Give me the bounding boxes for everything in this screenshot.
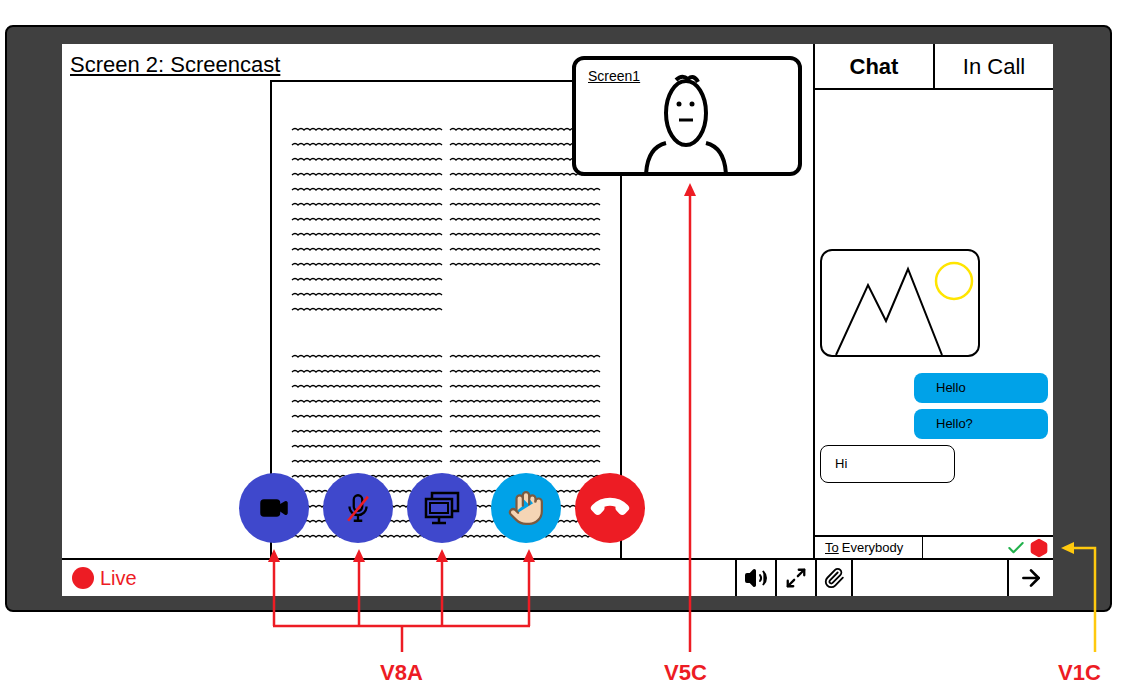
image-message[interactable] (820, 249, 980, 357)
microphone-icon (341, 491, 375, 525)
sent-message: Hello (914, 373, 1048, 403)
send-button[interactable] (1007, 560, 1053, 596)
arrow-icon (1018, 565, 1044, 591)
page: Screen 2: ScreencastScreen1ChatIn CallHe… (0, 0, 1124, 699)
image-icon (822, 251, 978, 355)
share-button[interactable] (407, 473, 477, 543)
call-controls (239, 473, 645, 543)
fullscreen-button[interactable] (775, 560, 815, 596)
chat-tab[interactable]: Chat (815, 44, 935, 88)
live-indicator: Live (62, 560, 735, 596)
paperclip-icon (823, 567, 845, 589)
hangup-button[interactable] (575, 473, 645, 543)
device-frame: Screen 2: ScreencastScreen1ChatIn CallHe… (5, 25, 1112, 612)
video-tile: Screen1 (572, 56, 802, 176)
screen: Screen 2: ScreencastScreen1ChatIn CallHe… (62, 44, 1053, 596)
screen-title: Screen 2: Screencast (70, 52, 280, 77)
speaker-icon (744, 566, 768, 590)
received-message: Hi (820, 445, 955, 483)
bottom-bar: Live (62, 558, 1053, 596)
hand-icon (507, 489, 545, 527)
annotation-label: V1C (1058, 656, 1101, 689)
camera-icon (259, 493, 289, 523)
main-area: Screen 2: Screencast Screen1 (62, 44, 815, 558)
message-input[interactable] (853, 560, 1007, 596)
check-icon[interactable] (1006, 538, 1026, 558)
stop-icon[interactable] (1029, 538, 1049, 558)
video-tile-label: Screen1 (588, 66, 640, 87)
volume-button[interactable] (735, 560, 775, 596)
chat-panel: ChatIn Call Hello Hello? Hi ToEverybody (815, 44, 1053, 558)
chat-tab[interactable]: In Call (935, 44, 1053, 88)
sent-message: Hello? (914, 409, 1048, 439)
hand-button[interactable] (491, 473, 561, 543)
annotation-label: V5C (664, 656, 707, 689)
camera-button[interactable] (239, 473, 309, 543)
attach-button[interactable] (817, 560, 853, 596)
annotation-label: V8A (380, 656, 423, 689)
microphone-button[interactable] (323, 473, 393, 543)
message-list: Hello Hello? Hi (815, 90, 1053, 535)
expand-icon (785, 567, 807, 589)
screen-share-icon (422, 490, 462, 526)
chat-tabs: ChatIn Call (815, 44, 1053, 90)
annotation-arrows (0, 0, 1124, 699)
hangup-icon (587, 485, 632, 530)
recipient-selector[interactable]: ToEverybody (815, 537, 923, 558)
person-icon (636, 68, 736, 176)
chat-recipient-row: ToEverybody (815, 535, 1053, 558)
